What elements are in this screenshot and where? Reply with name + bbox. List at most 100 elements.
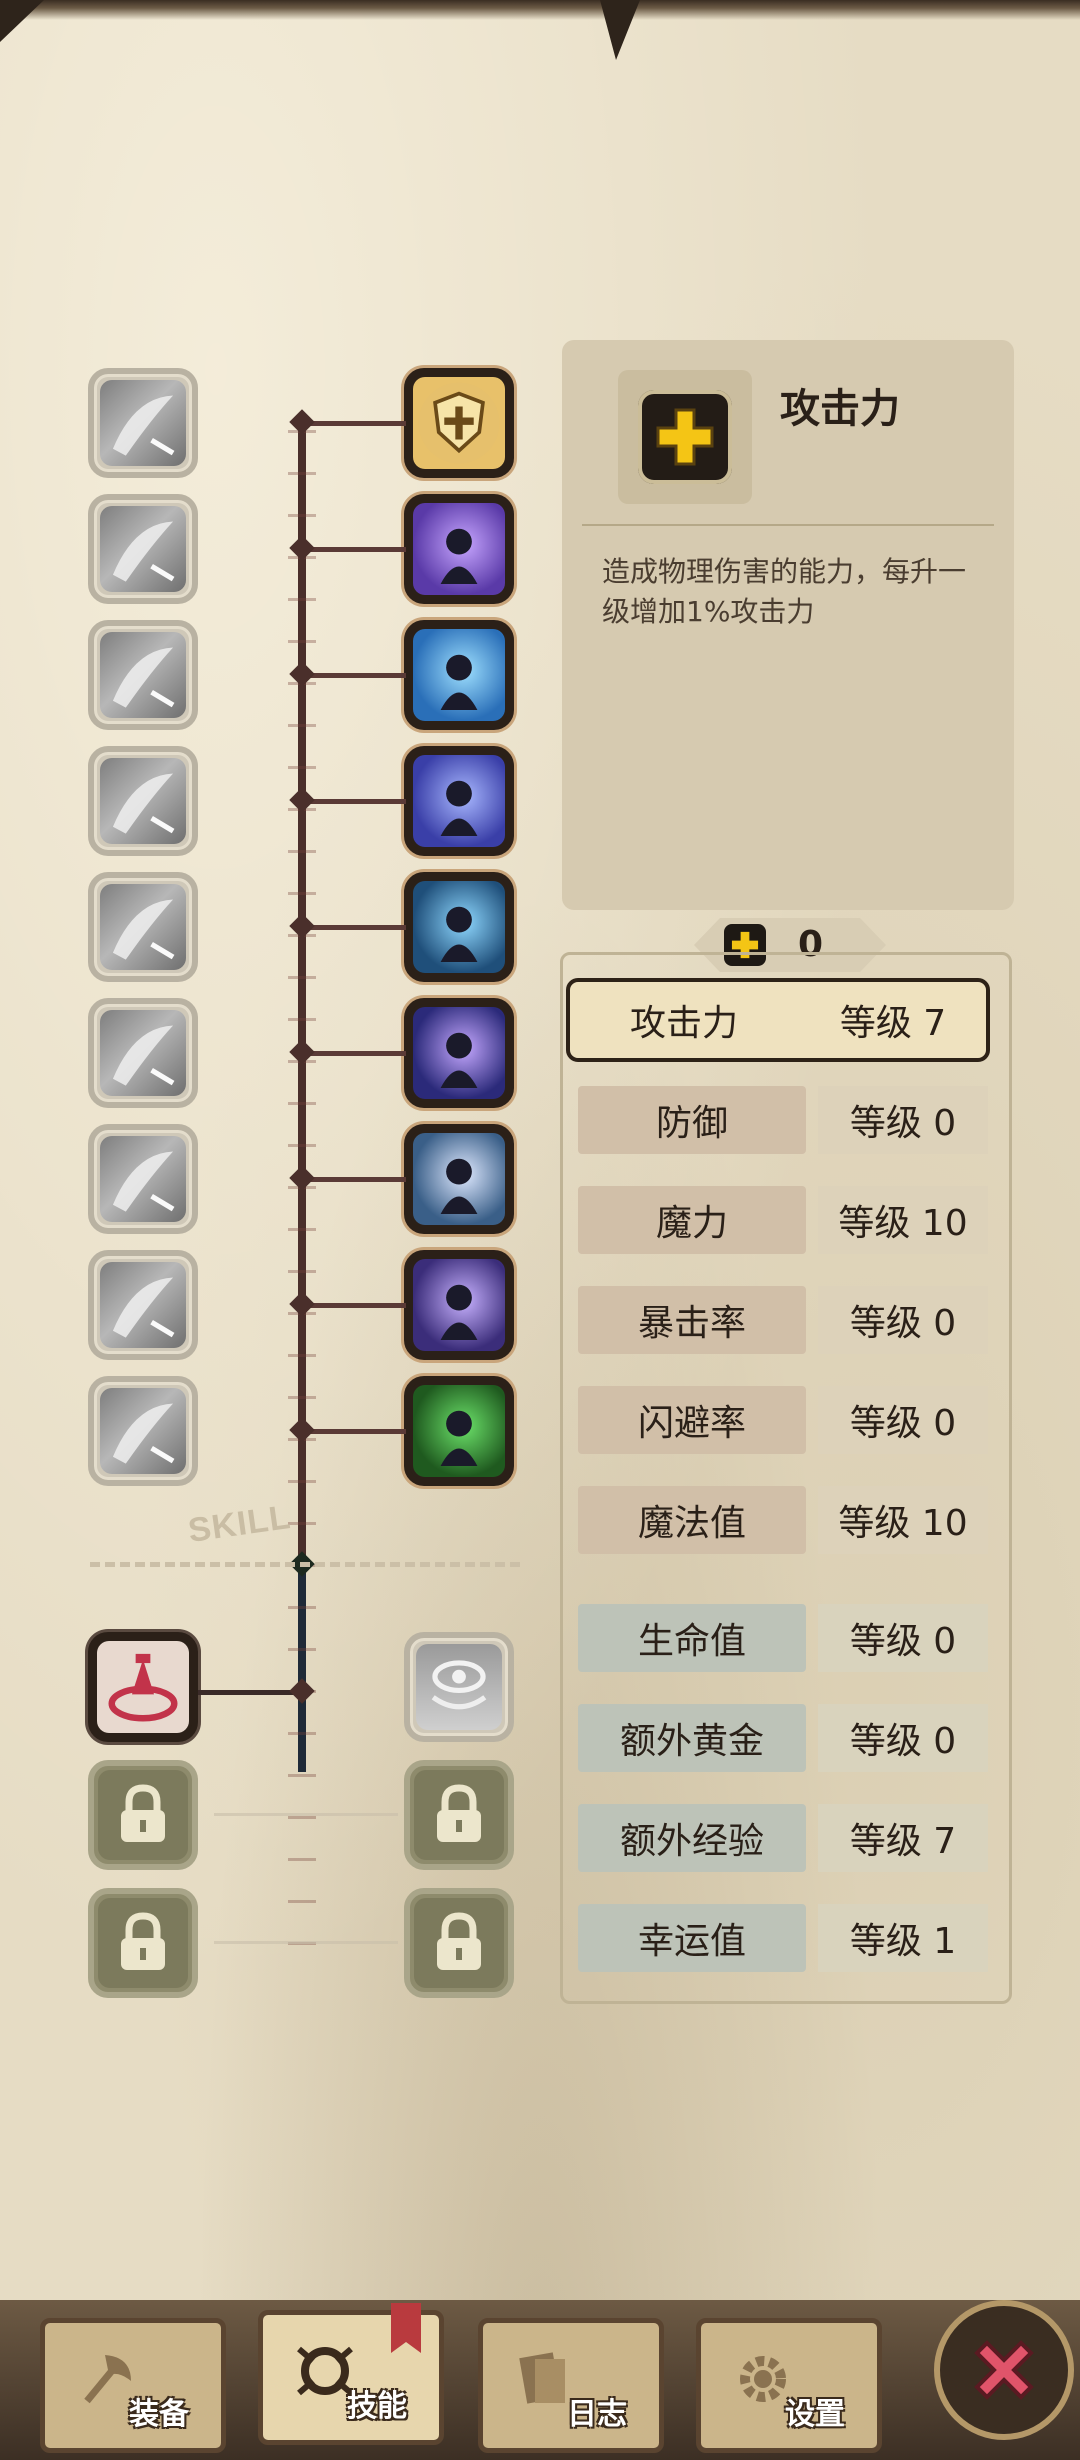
tree-connector bbox=[302, 1429, 406, 1434]
stat-row[interactable]: 额外经验 等级 7 bbox=[568, 1798, 992, 1876]
tree-node bbox=[289, 1678, 315, 1704]
tree-tick bbox=[288, 850, 316, 853]
green-plus-figure-icon[interactable] bbox=[404, 1376, 514, 1486]
stat-level: 等级 0 bbox=[818, 1386, 988, 1454]
nav-settings-button[interactable]: 设置 bbox=[696, 2318, 882, 2453]
lock-icon[interactable] bbox=[404, 1888, 514, 1998]
tree-tick bbox=[288, 1102, 316, 1105]
tree-tick bbox=[288, 1732, 316, 1735]
tree-tick bbox=[288, 1606, 316, 1609]
torn-notch bbox=[600, 0, 640, 60]
stat-level: 等级 0 bbox=[818, 1704, 988, 1772]
tree-connector-locked bbox=[214, 1813, 398, 1816]
tree-tick bbox=[288, 724, 316, 727]
tree-connector bbox=[302, 1051, 406, 1056]
stat-level: 等级 1 bbox=[818, 1904, 988, 1972]
skill-info-panel: 攻击力 造成物理伤害的能力，每升一级增加1%攻击力 bbox=[562, 340, 1014, 910]
tree-tick bbox=[288, 1396, 316, 1399]
stat-name: 额外黄金 bbox=[578, 1704, 806, 1772]
tree-connector bbox=[302, 673, 406, 678]
nav-equipment-button[interactable]: 装备 bbox=[40, 2318, 226, 2453]
tree-tick bbox=[288, 514, 316, 517]
explosion-icon[interactable] bbox=[88, 1250, 198, 1360]
stat-level: 等级 0 bbox=[818, 1604, 988, 1672]
speed-runner-icon[interactable] bbox=[404, 746, 514, 856]
nav-journal-button[interactable]: 日志 bbox=[478, 2318, 664, 2453]
tree-tick bbox=[288, 1816, 316, 1819]
tree-tick bbox=[288, 892, 316, 895]
flexing-arm-icon[interactable] bbox=[88, 746, 198, 856]
stat-row[interactable]: 闪避率 等级 0 bbox=[568, 1380, 992, 1458]
crossed-swords-icon[interactable] bbox=[88, 1376, 198, 1486]
stat-row[interactable]: 额外黄金 等级 0 bbox=[568, 1698, 992, 1776]
red-cauldron-icon[interactable] bbox=[88, 1632, 198, 1742]
nav-label: 设置 bbox=[785, 2397, 845, 2432]
stat-name: 额外经验 bbox=[578, 1804, 806, 1872]
skill-divider bbox=[90, 1562, 520, 1567]
nav-label: 日志 bbox=[567, 2397, 627, 2432]
tree-connector bbox=[302, 1303, 406, 1308]
lightning-figure-icon[interactable] bbox=[404, 620, 514, 730]
stat-name: 幸运值 bbox=[578, 1904, 806, 1972]
shield-cross-icon[interactable] bbox=[404, 368, 514, 478]
frost-figure-icon[interactable] bbox=[404, 872, 514, 982]
tree-tick bbox=[288, 472, 316, 475]
tree-connector bbox=[302, 421, 406, 426]
tree-tick bbox=[288, 1900, 316, 1903]
sword-stab-icon[interactable] bbox=[88, 998, 198, 1108]
active-ribbon bbox=[391, 2303, 421, 2353]
lock-icon[interactable] bbox=[88, 1888, 198, 1998]
dash-strike-icon[interactable] bbox=[88, 872, 198, 982]
info-icon-frame bbox=[618, 370, 752, 504]
stat-row[interactable]: 暴击率 等级 0 bbox=[568, 1280, 992, 1358]
stat-row[interactable]: 魔力 等级 10 bbox=[568, 1180, 992, 1258]
whirlwind-blade-icon[interactable] bbox=[404, 1124, 514, 1234]
eye-bowl-icon[interactable] bbox=[404, 1632, 514, 1742]
tree-tick bbox=[288, 1228, 316, 1231]
tree-tick bbox=[288, 1354, 316, 1357]
stat-row[interactable]: 攻击力 等级 7 bbox=[566, 978, 990, 1062]
tree-tick bbox=[288, 766, 316, 769]
skill-label: SKILL bbox=[185, 1498, 294, 1551]
shadow-fighter-icon[interactable] bbox=[88, 1124, 198, 1234]
stat-row[interactable]: 幸运值 等级 1 bbox=[568, 1898, 992, 1976]
tree-connector bbox=[302, 925, 406, 930]
stat-name: 防御 bbox=[578, 1086, 806, 1154]
plus-icon bbox=[638, 390, 732, 484]
evil-eye-icon[interactable] bbox=[404, 998, 514, 1108]
tree-tick bbox=[288, 1018, 316, 1021]
tree-tick bbox=[288, 1480, 316, 1483]
lock-icon[interactable] bbox=[404, 1760, 514, 1870]
stat-name: 暴击率 bbox=[578, 1286, 806, 1354]
info-description: 造成物理伤害的能力，每升一级增加1%攻击力 bbox=[602, 555, 967, 628]
tree-tick bbox=[288, 1774, 316, 1777]
stat-row[interactable]: 防御 等级 0 bbox=[568, 1080, 992, 1158]
tree-connector bbox=[302, 1177, 406, 1182]
tree-connector bbox=[302, 547, 406, 552]
tree-tick bbox=[288, 1522, 316, 1525]
tree-connector-locked bbox=[214, 1941, 398, 1944]
nav-skills-button[interactable]: 技能 bbox=[258, 2303, 444, 2445]
sword-slash-icon[interactable] bbox=[88, 368, 198, 478]
tree-tick bbox=[288, 976, 316, 979]
skill-tree-trunk-lower bbox=[298, 1562, 306, 1772]
close-x-icon bbox=[974, 2340, 1034, 2400]
close-button[interactable] bbox=[934, 2300, 1074, 2440]
info-title: 攻击力 bbox=[780, 386, 900, 432]
stat-name: 攻击力 bbox=[629, 1003, 738, 1044]
magic-punch-icon[interactable] bbox=[404, 494, 514, 604]
stat-name: 魔法值 bbox=[578, 1486, 806, 1554]
tree-connector bbox=[302, 799, 406, 804]
stat-level: 等级 10 bbox=[818, 1486, 988, 1554]
stat-row[interactable]: 魔法值 等级 10 bbox=[568, 1480, 992, 1558]
torn-top-edge bbox=[0, 0, 1080, 20]
stat-row[interactable]: 生命值 等级 0 bbox=[568, 1598, 992, 1676]
tree-tick bbox=[288, 640, 316, 643]
lock-icon[interactable] bbox=[88, 1760, 198, 1870]
stat-name: 生命值 bbox=[578, 1604, 806, 1672]
dragon-head-icon[interactable] bbox=[88, 620, 198, 730]
tree-tick bbox=[288, 1270, 316, 1273]
stick-figure-fight-icon[interactable] bbox=[88, 494, 198, 604]
stat-name: 魔力 bbox=[578, 1186, 806, 1254]
moon-orb-icon[interactable] bbox=[404, 1250, 514, 1360]
